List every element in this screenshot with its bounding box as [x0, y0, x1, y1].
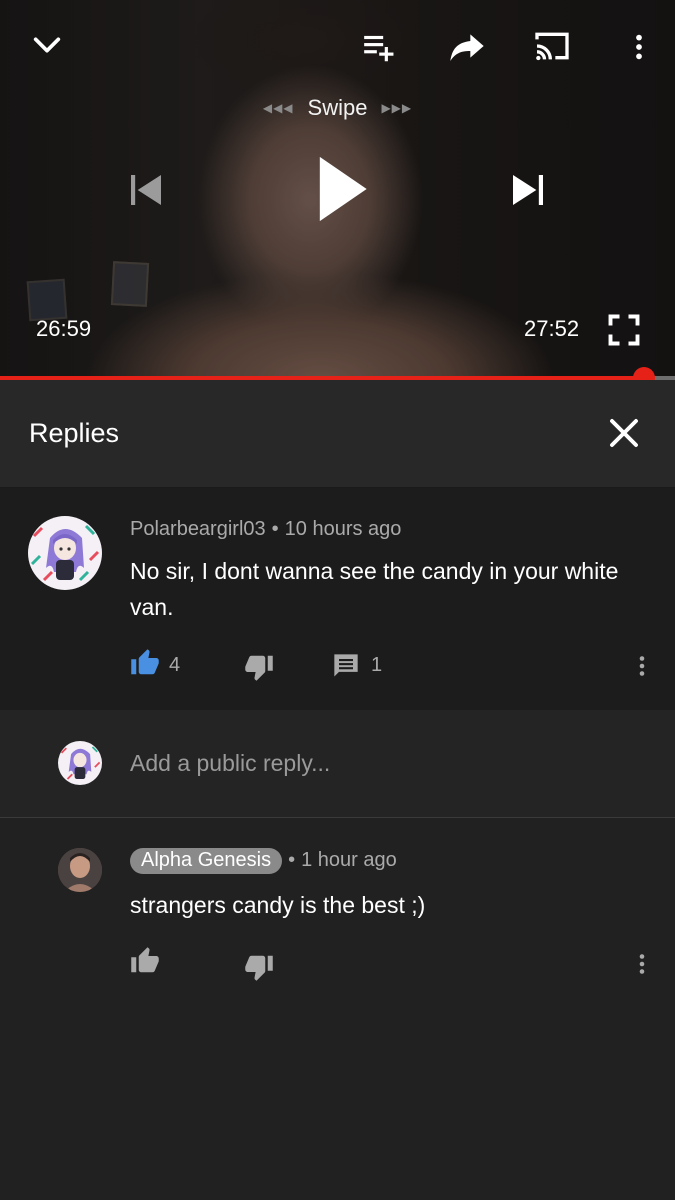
- fullscreen-icon[interactable]: [606, 312, 642, 348]
- parent-comment: Polarbeargirl03 • 10 hours ago No sir, I d…: [0, 488, 675, 710]
- swipe-label: Swipe: [307, 95, 368, 120]
- avatar[interactable]: [28, 516, 102, 590]
- thumbs-down-icon[interactable]: [244, 652, 274, 682]
- swipe-hint: ◀◀◀ Swipe ▶▶▶: [0, 95, 675, 121]
- next-icon[interactable]: [508, 170, 548, 210]
- comment-text: No sir, I dont wanna see the candy in yo…: [130, 558, 619, 620]
- previous-icon[interactable]: [126, 170, 166, 210]
- comment-menu-icon[interactable]: [630, 652, 654, 680]
- reply-meta: Alpha Genesis • 1 hour ago: [130, 848, 397, 874]
- reply-comment: Alpha Genesis • 1 hour ago strangers candy…: [0, 818, 675, 1200]
- meta-separator: •: [271, 518, 279, 540]
- comment-author[interactable]: Polarbeargirl03: [130, 518, 266, 540]
- reply-input[interactable]: Add a public reply...: [130, 750, 330, 777]
- user-avatar: [58, 741, 102, 785]
- close-icon[interactable]: [606, 415, 642, 451]
- reply-author-avatar[interactable]: [58, 848, 102, 892]
- comment-menu-icon[interactable]: [630, 950, 654, 978]
- reply-text: strangers candy is the best ;): [130, 892, 426, 918]
- reply-author-chip[interactable]: Alpha Genesis: [130, 848, 283, 874]
- thumbs-down-icon[interactable]: [244, 952, 274, 982]
- comment-time: 10 hours ago: [284, 518, 402, 540]
- play-icon[interactable]: [312, 152, 372, 226]
- like-count: 4: [169, 654, 181, 676]
- current-time: 26:59: [36, 316, 92, 341]
- swipe-right-arrows: ▶▶▶: [381, 101, 413, 115]
- add-to-playlist-icon[interactable]: [358, 28, 402, 66]
- meta-separator: •: [288, 849, 296, 871]
- video-player[interactable]: ◀◀◀ Swipe ▶▶▶ 26:59 27:52: [0, 0, 675, 380]
- swipe-left-arrows: ◀◀◀: [262, 101, 294, 115]
- share-icon[interactable]: [444, 26, 490, 66]
- add-reply-row[interactable]: Add a public reply...: [0, 710, 675, 818]
- reply-time: 1 hour ago: [301, 849, 397, 871]
- video-duration: 27:52: [524, 316, 580, 341]
- replies-title: Replies: [29, 418, 120, 448]
- chevron-down-icon[interactable]: [28, 28, 66, 62]
- comment-meta: Polarbeargirl03 • 10 hours ago: [130, 518, 401, 541]
- replies-header: Replies: [0, 380, 675, 488]
- thumbs-up-icon[interactable]: [130, 648, 160, 678]
- thumbs-up-icon[interactable]: [130, 946, 160, 976]
- reply-comment-icon[interactable]: [332, 652, 360, 680]
- cast-icon[interactable]: [530, 26, 574, 66]
- more-options-icon[interactable]: [624, 28, 654, 66]
- reply-count: 1: [371, 654, 383, 676]
